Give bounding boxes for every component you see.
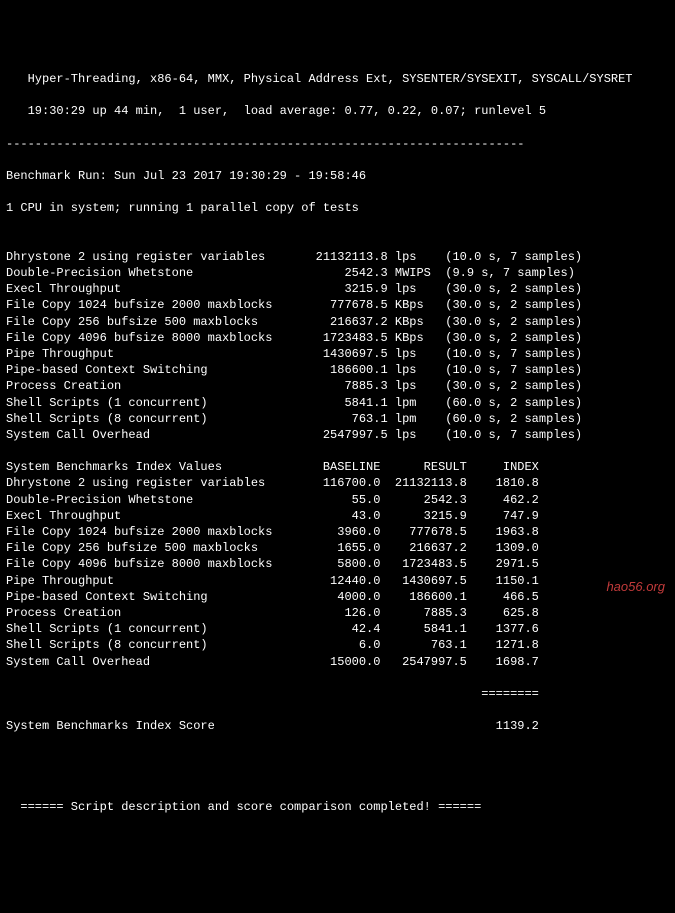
divider-line: ----------------------------------------… (6, 137, 524, 151)
score-line: System Benchmarks Index Score 1139.2 (6, 718, 669, 734)
benchmark-run-line: Benchmark Run: Sun Jul 23 2017 19:30:29 … (6, 169, 366, 183)
uptime-line: 19:30:29 up 44 min, 1 user, load average… (6, 104, 546, 118)
cpu-features-line: Hyper-Threading, x86-64, MMX, Physical A… (6, 72, 633, 86)
cpu-count-line: 1 CPU in system; running 1 parallel copy… (6, 201, 359, 215)
watermark: hao56.org (606, 578, 665, 596)
index-block: System Benchmarks Index Values BASELINE … (6, 459, 669, 669)
footer-line: ====== Script description and score comp… (6, 799, 669, 815)
score-divider: ======== (6, 687, 539, 701)
results-block: Dhrystone 2 using register variables 211… (6, 249, 669, 443)
